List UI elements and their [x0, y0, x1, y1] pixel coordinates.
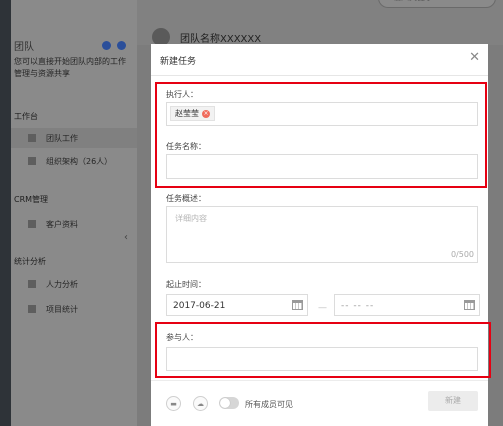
sidebar-item-label: 组织架构（26人） — [46, 156, 113, 166]
sidebar-item-hr-analysis[interactable]: 人力分析 — [11, 274, 137, 294]
description-label: 任务概述： — [166, 194, 206, 203]
start-date-input[interactable]: 2017-06-21 — [166, 294, 308, 316]
item-icon — [28, 305, 36, 313]
toggle-knob — [220, 398, 230, 408]
create-button[interactable]: 新建 — [428, 391, 478, 411]
sidebar-item-label: 人力分析 — [46, 279, 78, 289]
sidebar-item-label: 项目统计 — [46, 304, 78, 314]
cloud-icon[interactable]: ☁ — [193, 396, 208, 411]
annotation-highlight — [155, 82, 487, 188]
sidebar-item-team-work[interactable]: 团队工作 — [11, 128, 137, 148]
settings-icon[interactable] — [117, 41, 126, 50]
end-date-value: -- -- -- — [341, 301, 375, 311]
date-separator: — — [318, 303, 327, 313]
calendar-icon[interactable] — [292, 300, 303, 310]
item-icon — [28, 220, 36, 228]
sidebar-title: 团队 — [14, 42, 34, 53]
description-textarea[interactable]: 详细内容 0/500 — [166, 206, 478, 263]
search-input[interactable]: 输入关键字 — [378, 0, 496, 8]
sidebar-item-org-structure[interactable]: 组织架构（26人） — [11, 151, 137, 171]
sidebar-team-header: 团队 — [14, 38, 126, 53]
folder-icon[interactable]: ▬ — [166, 396, 181, 411]
annotation-highlight — [155, 322, 491, 378]
gear-icon[interactable] — [102, 41, 111, 50]
description-placeholder: 详细内容 — [175, 214, 207, 223]
dialog-header: 新建任务 ✕ — [151, 44, 488, 76]
calendar-icon[interactable] — [464, 300, 475, 310]
visibility-toggle-label: 所有成员可见 — [245, 400, 293, 409]
sidebar-item-customers[interactable]: 客户资料 — [11, 214, 137, 234]
dialog-footer: ▬ ☁ 所有成员可见 新建 — [151, 380, 488, 426]
start-date-value: 2017-06-21 — [173, 301, 226, 311]
item-icon — [28, 280, 36, 288]
sidebar-item-label: 团队工作 — [46, 133, 78, 143]
collapse-chevron-icon[interactable]: ‹ — [124, 232, 132, 244]
item-icon — [28, 157, 36, 165]
app-rail — [0, 0, 11, 426]
sidebar-section-workbench: 工作台 — [14, 112, 38, 121]
char-counter: 0/500 — [450, 250, 474, 259]
visibility-toggle[interactable] — [219, 397, 239, 409]
sidebar-item-project-stats[interactable]: 项目统计 — [11, 299, 137, 319]
item-icon — [28, 134, 36, 142]
sidebar-item-label: 客户资料 — [46, 219, 78, 229]
sidebar-section-crm: CRM管理 — [14, 195, 49, 204]
time-range-label: 起止时间： — [166, 280, 206, 289]
team-name-title: 团队名称XXXXXX — [180, 34, 262, 45]
sidebar-section-stats: 统计分析 — [14, 257, 46, 266]
sidebar-description: 您可以直接开始团队内部的工作管理与资源共享 — [14, 57, 126, 78]
dialog-title: 新建任务 — [160, 57, 197, 67]
close-icon[interactable]: ✕ — [469, 51, 480, 64]
end-date-input[interactable]: -- -- -- — [334, 294, 480, 316]
